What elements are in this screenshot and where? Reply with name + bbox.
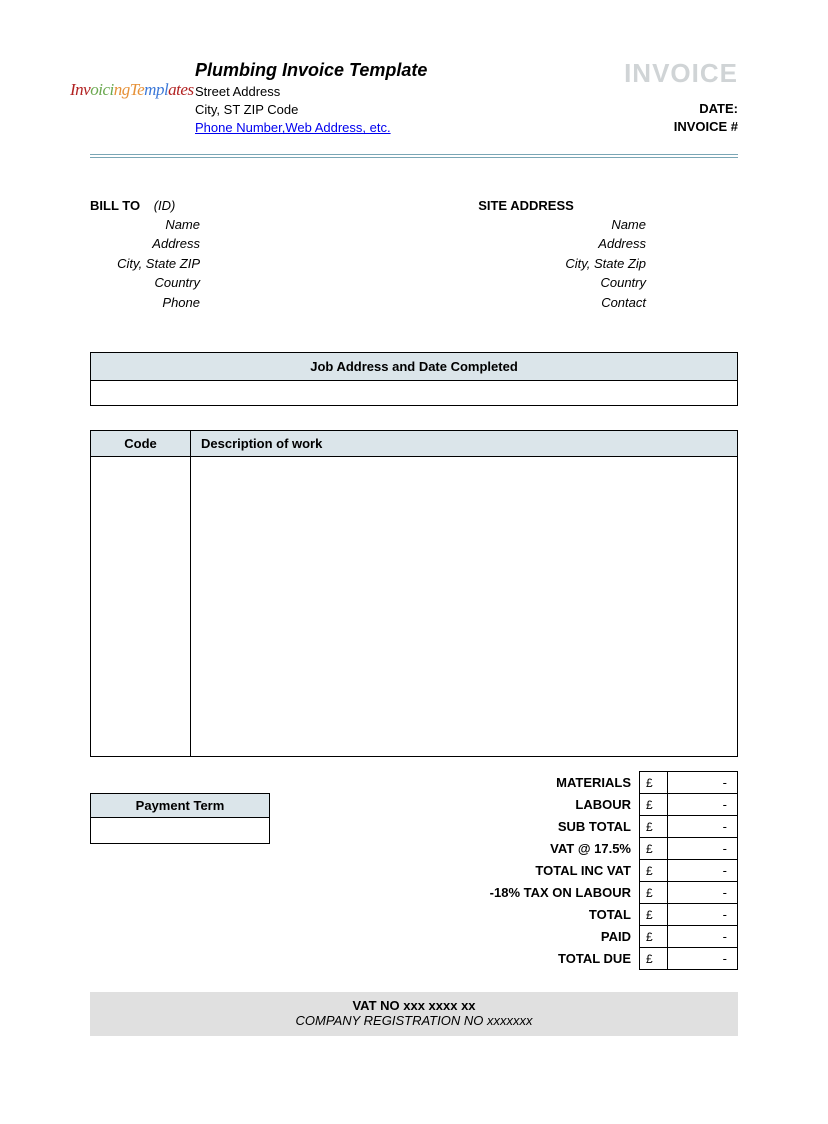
site-name: Name <box>446 215 646 235</box>
totals-row-currency: £ <box>640 948 668 970</box>
site-address-label: SITE ADDRESS <box>414 198 738 213</box>
totals-row-value: - <box>668 816 738 838</box>
bill-to-country: Country <box>90 273 200 293</box>
totals-row-currency: £ <box>640 926 668 948</box>
totals-row-label: -18% TAX ON LABOUR <box>490 882 640 904</box>
totals-row-currency: £ <box>640 860 668 882</box>
invoice-header: InvoicingTemplates Plumbing Invoice Temp… <box>90 60 738 138</box>
totals-row: VAT @ 17.5%£- <box>490 838 738 860</box>
totals-row-label: MATERIALS <box>490 772 640 794</box>
bill-to-phone: Phone <box>90 293 200 313</box>
job-box: Job Address and Date Completed <box>90 352 738 406</box>
totals-row: SUB TOTAL£- <box>490 816 738 838</box>
work-table: Code Description of work <box>90 430 738 757</box>
job-box-header: Job Address and Date Completed <box>91 353 737 381</box>
bill-to-id: (ID) <box>154 198 176 213</box>
totals-row-label: TOTAL DUE <box>490 948 640 970</box>
footer-vat: VAT NO xxx xxxx xx <box>90 998 738 1013</box>
site-contact: Contact <box>446 293 646 313</box>
totals-row: LABOUR£- <box>490 794 738 816</box>
totals-row: -18% TAX ON LABOUR£- <box>490 882 738 904</box>
totals-row-label: TOTAL <box>490 904 640 926</box>
totals-row: MATERIALS£- <box>490 772 738 794</box>
invoice-number-label: INVOICE # <box>674 118 738 136</box>
totals-row-value: - <box>668 772 738 794</box>
totals-row-currency: £ <box>640 838 668 860</box>
totals-row-value: - <box>668 926 738 948</box>
totals-row: TOTAL£- <box>490 904 738 926</box>
totals-row-label: VAT @ 17.5% <box>490 838 640 860</box>
totals-row-value: - <box>668 860 738 882</box>
site-country: Country <box>446 273 646 293</box>
totals-row-currency: £ <box>640 794 668 816</box>
invoice-watermark: INVOICE <box>624 58 738 89</box>
totals-row-label: TOTAL INC VAT <box>490 860 640 882</box>
totals-row-currency: £ <box>640 904 668 926</box>
totals-row-currency: £ <box>640 882 668 904</box>
addresses-block: BILL TO (ID) Name Address City, State ZI… <box>90 198 738 313</box>
totals-row: TOTAL DUE£- <box>490 948 738 970</box>
payment-term-body <box>90 818 270 844</box>
totals-row: PAID£- <box>490 926 738 948</box>
logo: InvoicingTemplates <box>70 80 194 100</box>
work-cell-description <box>191 457 738 757</box>
payment-term-box: Payment Term <box>90 793 270 970</box>
bill-to-citystatezip: City, State ZIP <box>90 254 200 274</box>
totals-row-value: - <box>668 794 738 816</box>
site-address-block: SITE ADDRESS Name Address City, State Zi… <box>414 198 738 313</box>
work-col-description: Description of work <box>191 431 738 457</box>
footer-reg: COMPANY REGISTRATION NO xxxxxxx <box>90 1013 738 1028</box>
site-citystatezip: City, State Zip <box>446 254 646 274</box>
totals-row: TOTAL INC VAT£- <box>490 860 738 882</box>
bill-to-address: Address <box>90 234 200 254</box>
work-cell-code <box>91 457 191 757</box>
totals-row-label: SUB TOTAL <box>490 816 640 838</box>
work-col-code: Code <box>91 431 191 457</box>
site-address: Address <box>446 234 646 254</box>
company-contact-link[interactable]: Phone Number,Web Address, etc. <box>195 120 391 135</box>
payment-term-header: Payment Term <box>90 793 270 818</box>
footer-block: VAT NO xxx xxxx xx COMPANY REGISTRATION … <box>90 992 738 1036</box>
totals-row-label: PAID <box>490 926 640 948</box>
totals-row-currency: £ <box>640 772 668 794</box>
totals-row-value: - <box>668 882 738 904</box>
company-city: City, ST ZIP Code <box>195 101 738 119</box>
header-divider <box>90 154 738 158</box>
date-label: DATE: <box>674 100 738 118</box>
totals-row-value: - <box>668 948 738 970</box>
bill-to-block: BILL TO (ID) Name Address City, State ZI… <box>90 198 414 313</box>
bill-to-name: Name <box>90 215 200 235</box>
totals-row-value: - <box>668 838 738 860</box>
bill-to-label: BILL TO <box>90 198 140 213</box>
totals-row-currency: £ <box>640 816 668 838</box>
work-body-row <box>91 457 738 757</box>
job-box-body <box>91 381 737 405</box>
totals-block: MATERIALS£-LABOUR£-SUB TOTAL£-VAT @ 17.5… <box>490 771 738 970</box>
totals-row-label: LABOUR <box>490 794 640 816</box>
totals-row-value: - <box>668 904 738 926</box>
